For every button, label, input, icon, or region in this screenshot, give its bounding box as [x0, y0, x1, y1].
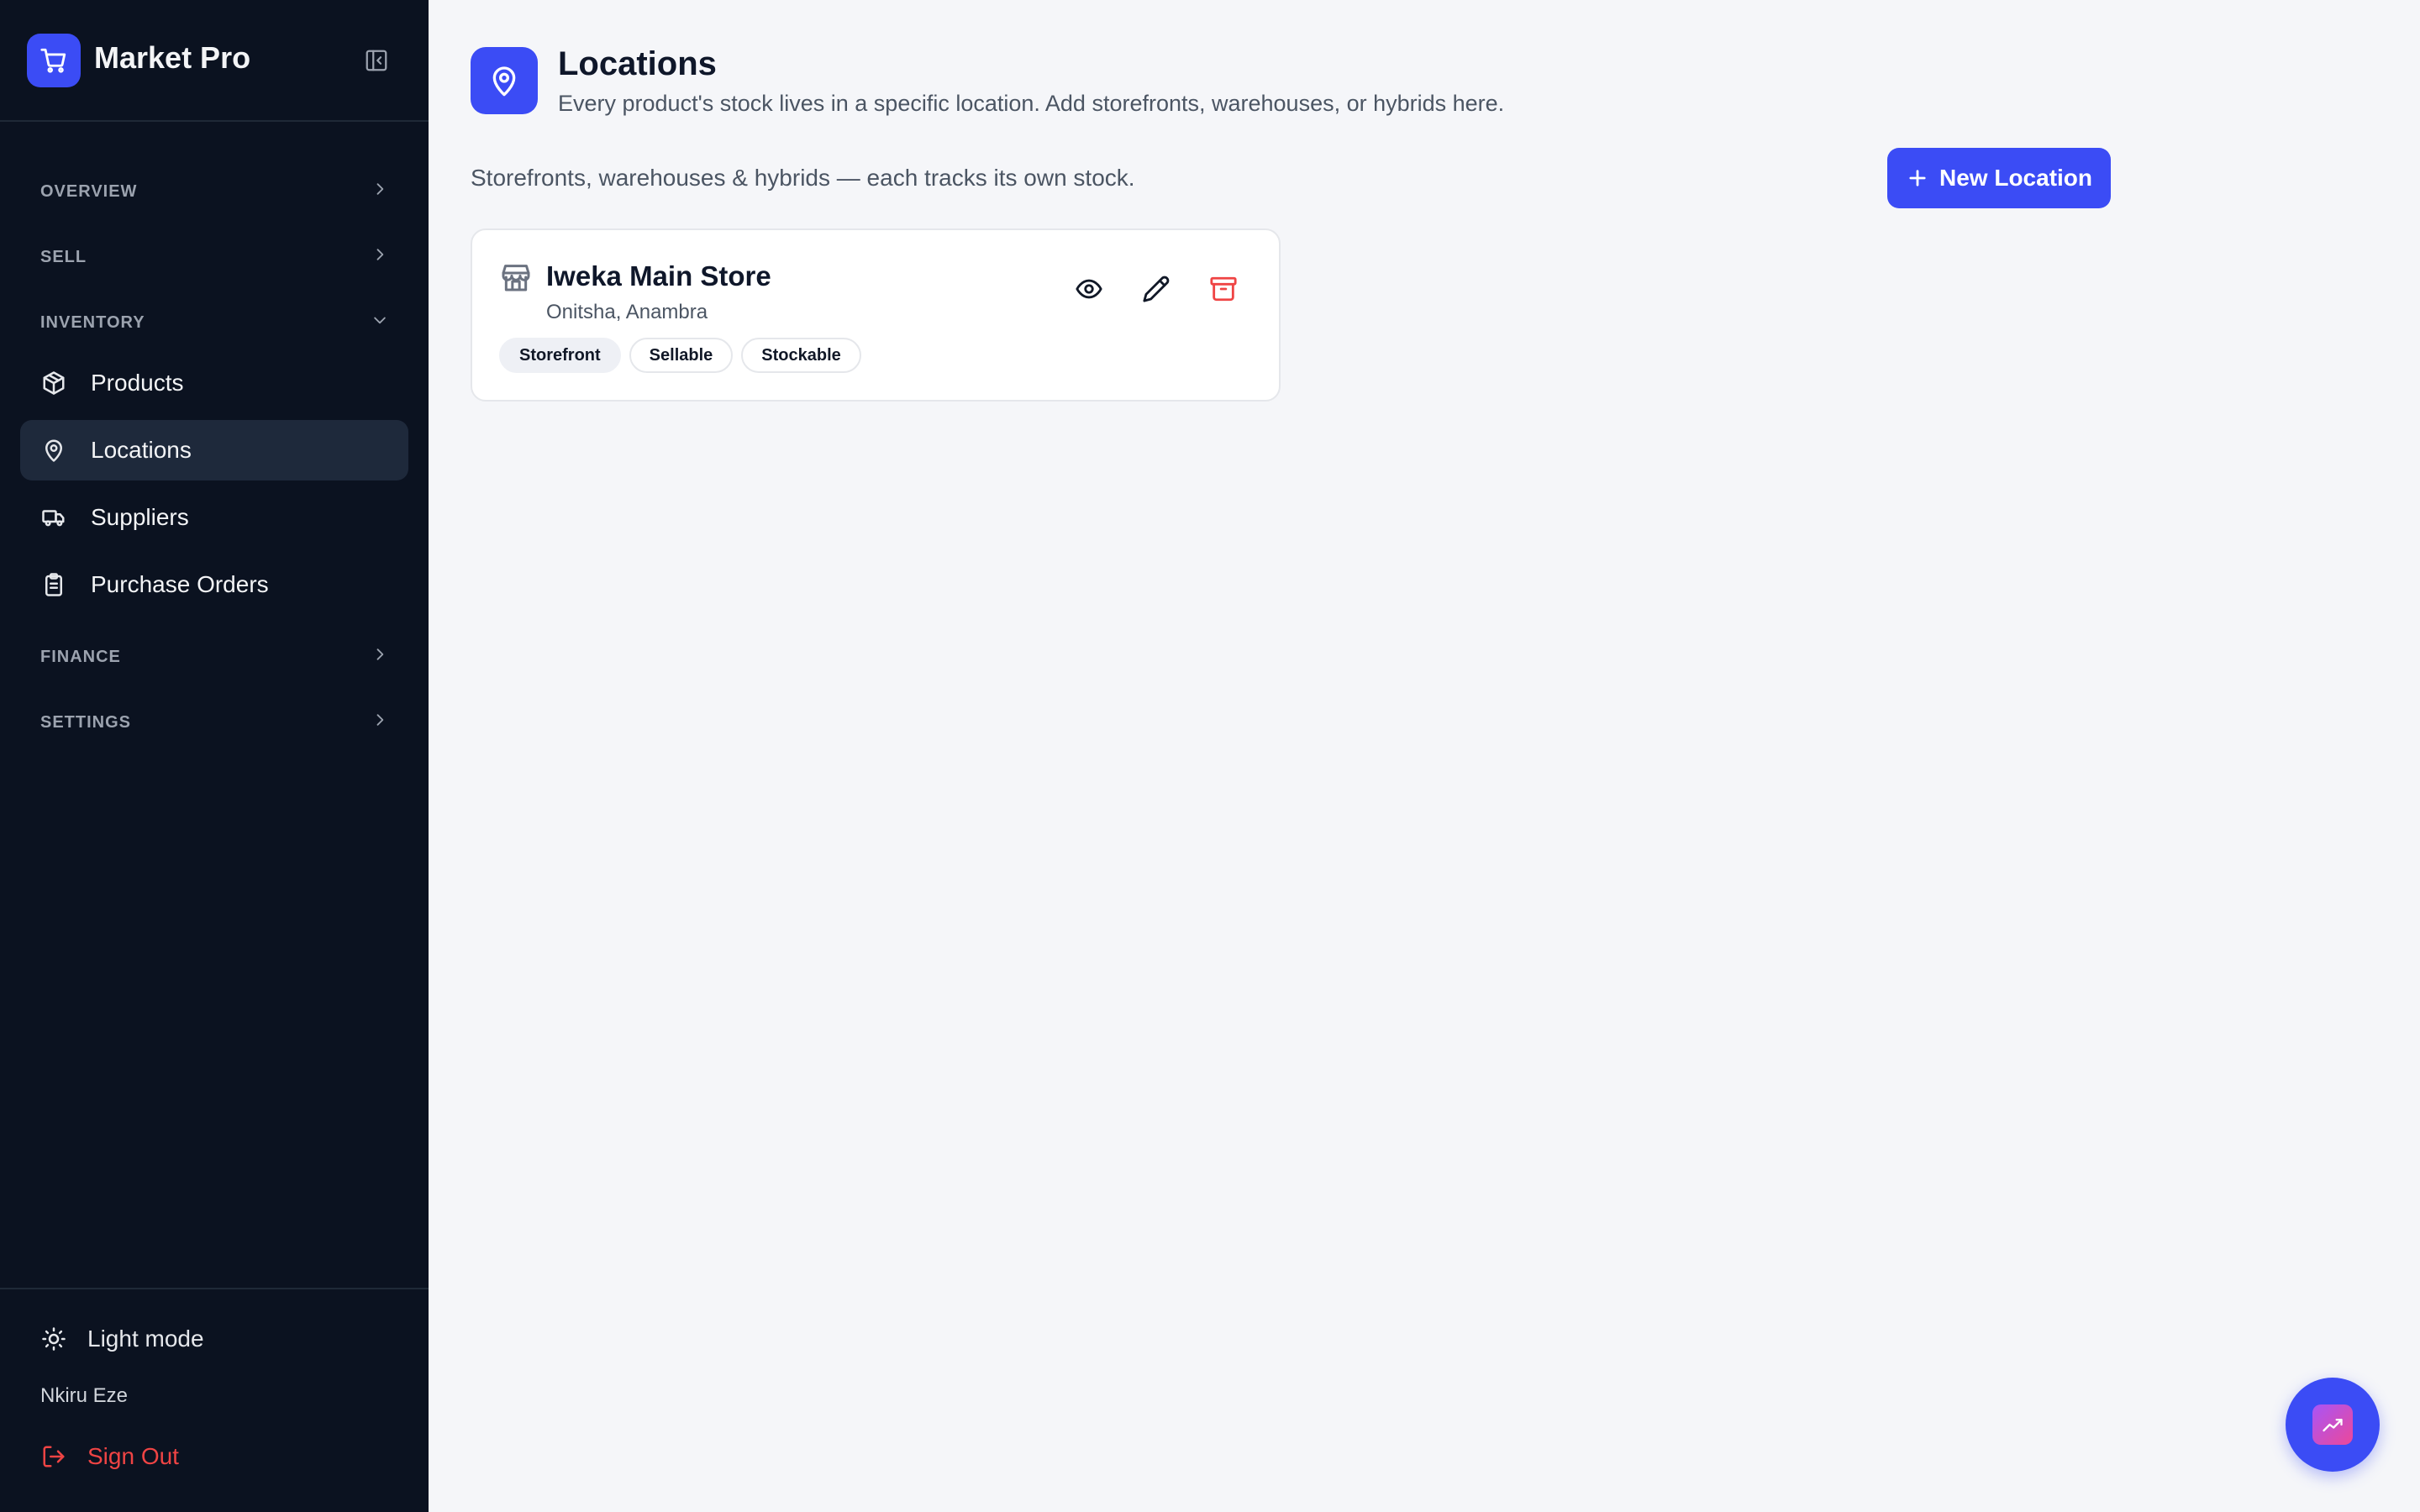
sign-out-icon — [40, 1443, 67, 1470]
location-tags: Storefront Sellable Stockable — [499, 338, 861, 373]
nav-section-label: OVERVIEW — [40, 181, 138, 201]
nav-section-label: INVENTORY — [40, 312, 145, 332]
store-icon — [499, 260, 533, 294]
box-icon — [40, 370, 67, 396]
list-description: Storefronts, warehouses & hybrids — each… — [471, 165, 1135, 191]
chevron-right-icon — [371, 246, 388, 268]
location-address: Onitsha, Anambra — [546, 301, 708, 323]
truck-icon — [40, 504, 67, 531]
sidebar-item-purchase-orders[interactable]: Purchase Orders — [20, 554, 408, 615]
tag-stockable: Stockable — [741, 338, 861, 373]
map-pin-icon — [40, 437, 67, 464]
sidebar-item-label: Locations — [91, 437, 192, 463]
nav-section-settings[interactable]: SETTINGS — [20, 699, 408, 746]
tag-storefront: Storefront — [499, 338, 621, 373]
nav-section-label: FINANCE — [40, 647, 121, 666]
sidebar-item-locations[interactable]: Locations — [20, 420, 408, 480]
sign-out-button[interactable]: Sign Out — [40, 1443, 179, 1470]
sidebar: Market Pro OVERVIEW SELL INVENTORY Produ… — [0, 0, 429, 1512]
analytics-fab-button[interactable] — [2286, 1378, 2380, 1472]
chevron-right-icon — [371, 711, 388, 733]
nav-section-overview[interactable]: OVERVIEW — [20, 168, 408, 215]
brand-header: Market Pro — [0, 0, 429, 122]
plus-icon — [1906, 166, 1929, 190]
app-name: Market Pro — [94, 40, 251, 75]
sidebar-item-label: Suppliers — [91, 504, 189, 530]
new-location-label: New Location — [1939, 165, 2092, 191]
page-subtitle: Every product's stock lives in a specifi… — [558, 91, 1505, 116]
chevron-right-icon — [371, 181, 388, 202]
sign-out-label: Sign Out — [87, 1443, 179, 1469]
archive-icon[interactable] — [1205, 270, 1242, 307]
page-title: Locations — [558, 45, 717, 82]
view-eye-icon[interactable] — [1071, 270, 1107, 307]
theme-toggle-label: Light mode — [87, 1326, 204, 1352]
location-card[interactable]: Iweka Main Store Onitsha, Anambra Storef… — [471, 228, 1281, 402]
chevron-right-icon — [371, 646, 388, 668]
map-pin-icon — [471, 47, 538, 114]
location-name: Iweka Main Store — [546, 260, 771, 291]
new-location-button[interactable]: New Location — [1887, 148, 2111, 208]
sidebar-item-suppliers[interactable]: Suppliers — [20, 487, 408, 548]
cart-icon[interactable] — [27, 34, 81, 87]
sun-icon — [40, 1326, 67, 1352]
sidebar-item-label: Purchase Orders — [91, 571, 269, 597]
chevron-down-icon — [371, 312, 388, 333]
nav-section-finance[interactable]: FINANCE — [20, 633, 408, 680]
theme-toggle[interactable]: Light mode — [40, 1326, 204, 1352]
clipboard-icon — [40, 571, 67, 598]
trend-chart-icon — [2312, 1404, 2353, 1445]
nav-section-sell[interactable]: SELL — [20, 234, 408, 281]
nav-section-label: SELL — [40, 247, 87, 266]
user-name: Nkiru Eze — [40, 1384, 129, 1407]
sidebar-collapse-icon[interactable] — [363, 47, 390, 74]
sidebar-item-products[interactable]: Products — [20, 353, 408, 413]
nav-section-inventory[interactable]: INVENTORY — [20, 299, 408, 346]
edit-pencil-icon[interactable] — [1138, 270, 1175, 307]
tag-sellable: Sellable — [629, 338, 734, 373]
sidebar-item-label: Products — [91, 370, 184, 396]
nav-section-label: SETTINGS — [40, 712, 132, 732]
